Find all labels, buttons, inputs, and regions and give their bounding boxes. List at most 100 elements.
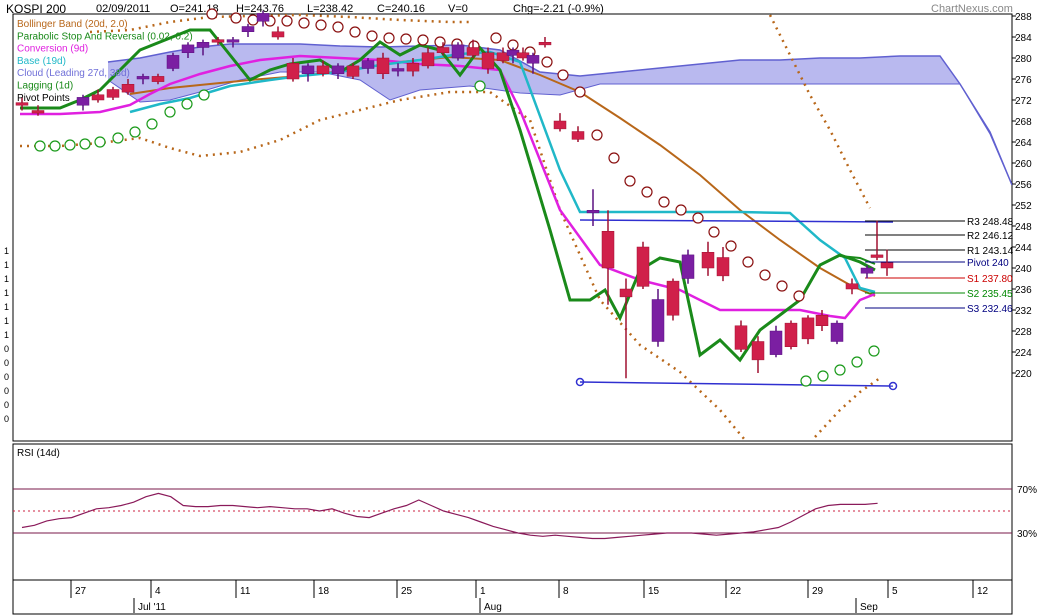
candle-body xyxy=(151,76,165,82)
change-value: Chg=-2.21 (-0.9%) xyxy=(513,3,604,15)
left-axis-label: 0 xyxy=(4,400,9,410)
sar-dot-bearish xyxy=(759,269,771,281)
sar-dot-bearish xyxy=(591,129,603,141)
sar-dot-bearish xyxy=(349,26,361,38)
candle-body xyxy=(636,246,650,287)
x-tick-label: 27 xyxy=(75,586,87,597)
sar-dot-bearish xyxy=(641,186,653,198)
chart-date: 02/09/2011 xyxy=(96,3,150,15)
price-tick-label: 244 xyxy=(1015,243,1032,254)
sar-dot-bearish xyxy=(281,15,293,27)
stock-chart: KOSPI 200 02/09/2011 O=241.18 H=243.76 L… xyxy=(4,2,1037,615)
candle-body xyxy=(784,322,798,347)
left-axis-label: 0 xyxy=(4,358,9,368)
sar-dot-bullish xyxy=(64,139,76,151)
rsi-panel xyxy=(12,443,1013,581)
candle-body xyxy=(406,63,420,72)
price-tick-label: 248 xyxy=(1015,222,1032,233)
left-axis-label: 1 xyxy=(4,316,9,326)
price-tick-label: 272 xyxy=(1015,96,1032,107)
candle-body xyxy=(436,47,450,53)
sar-dot-bearish xyxy=(725,240,737,252)
candle-body xyxy=(286,63,300,80)
x-tick-label: 1 xyxy=(480,586,486,597)
candle-body xyxy=(106,89,120,98)
sar-dot-bullish xyxy=(851,356,863,368)
candle-body xyxy=(651,299,665,342)
sar-dot-bullish xyxy=(181,98,193,110)
candle-body xyxy=(391,68,405,72)
price-tick-label: 260 xyxy=(1015,159,1032,170)
month-label: Aug xyxy=(484,602,502,613)
candle-body xyxy=(301,65,315,74)
rsi-upper-label: 70% xyxy=(1017,485,1037,496)
sar-dot-bearish xyxy=(247,14,259,26)
sar-dot-bearish xyxy=(776,280,788,292)
volume-value: V=0 xyxy=(448,3,468,15)
brand-label: ChartNexus.com xyxy=(931,3,1013,15)
sar-dot-bullish xyxy=(834,364,846,376)
candle-body xyxy=(870,254,884,258)
candle-body xyxy=(256,13,270,22)
price-tick-label: 224 xyxy=(1015,348,1032,359)
x-tick-label: 8 xyxy=(563,586,569,597)
x-tick-label: 12 xyxy=(977,586,989,597)
price-tick-label: 284 xyxy=(1015,33,1032,44)
sar-dot-bullish xyxy=(817,370,829,382)
legend-entry: Pivot Points xyxy=(17,93,70,104)
legend-entry: Base (19d) xyxy=(17,56,66,67)
sar-dot-bearish xyxy=(206,8,218,20)
candle-body xyxy=(751,341,765,361)
candle-body xyxy=(211,39,225,43)
sar-dot-bearish xyxy=(574,86,586,98)
x-tick-label: 11 xyxy=(240,586,251,597)
candle-body xyxy=(526,55,540,64)
sar-dot-bearish xyxy=(658,196,670,208)
sar-dot-bearish xyxy=(624,175,636,187)
low-value: L=238.42 xyxy=(307,3,353,15)
left-axis-label: 0 xyxy=(4,344,9,354)
x-tick-label: 22 xyxy=(730,586,742,597)
candle-body xyxy=(76,97,90,106)
sar-dot-bullish xyxy=(94,136,106,148)
pivot-label: R1 243.14 xyxy=(967,246,1014,257)
candle-body xyxy=(845,283,859,290)
sar-dot-bearish xyxy=(742,256,754,268)
month-label: Sep xyxy=(860,602,878,613)
candle-body xyxy=(586,210,600,214)
left-axis-label: 1 xyxy=(4,330,9,340)
sar-dot-bearish xyxy=(708,226,720,238)
candle-body xyxy=(241,26,255,32)
pivot-label: S1 237.80 xyxy=(967,274,1013,285)
sar-dot-bearish xyxy=(383,32,395,44)
sar-dot-bearish xyxy=(400,33,412,45)
candle-body xyxy=(466,47,480,56)
sar-dot-bullish xyxy=(868,345,880,357)
candle-body xyxy=(451,44,465,59)
left-axis-label: 1 xyxy=(4,288,9,298)
left-axis-label: 1 xyxy=(4,260,9,270)
left-axis-label: 1 xyxy=(4,246,9,256)
sar-dot-bearish xyxy=(332,21,344,33)
price-tick-label: 228 xyxy=(1015,327,1032,338)
x-tick-label: 4 xyxy=(155,586,161,597)
candle-body xyxy=(376,57,390,74)
left-axis-label: 0 xyxy=(4,414,9,424)
sar-dot-bearish xyxy=(608,152,620,164)
sar-dot-bullish xyxy=(164,106,176,118)
left-axis-label: 1 xyxy=(4,302,9,312)
candle-body xyxy=(136,76,150,80)
sar-dot-bearish xyxy=(366,30,378,42)
candle-body xyxy=(553,120,567,130)
left-axis-label: 0 xyxy=(4,386,9,396)
candle-body xyxy=(716,257,730,277)
pivot-label: Pivot 240 xyxy=(967,258,1009,269)
sar-dot-bearish xyxy=(417,34,429,46)
candle-body xyxy=(316,65,330,74)
sar-dot-bearish xyxy=(557,69,569,81)
candle-body xyxy=(571,131,585,140)
price-tick-label: 220 xyxy=(1015,369,1032,380)
candle-body xyxy=(666,280,680,316)
candle-body xyxy=(681,254,695,279)
sar-dot-bearish xyxy=(541,56,553,68)
